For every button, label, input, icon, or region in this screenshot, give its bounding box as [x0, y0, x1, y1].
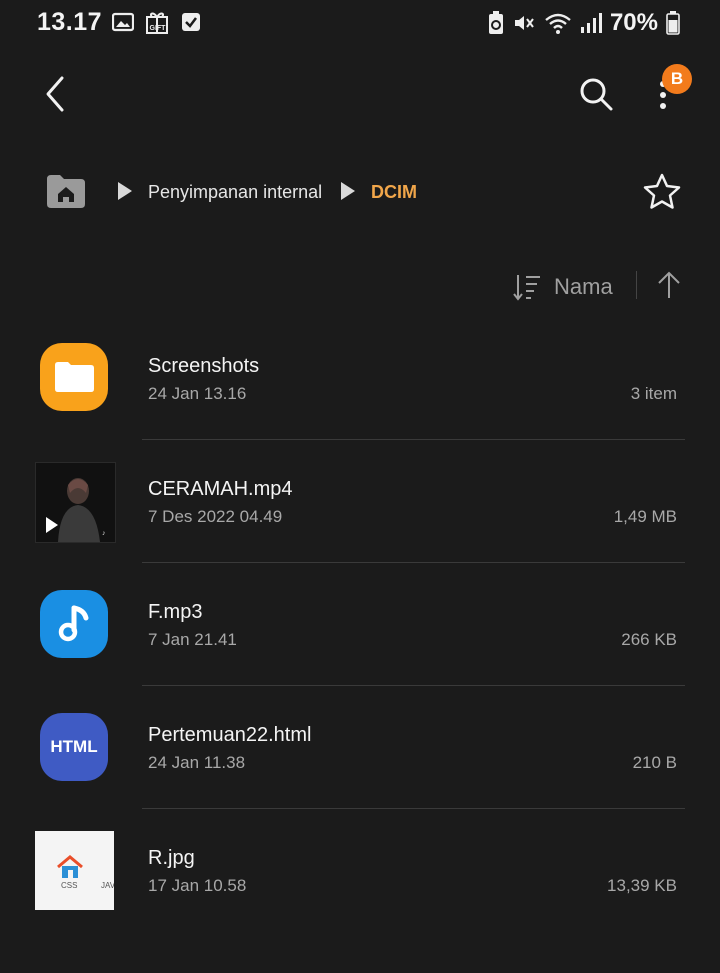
file-item-count: 3 item	[630, 384, 677, 403]
file-name: F.mp3	[148, 601, 203, 623]
svg-text:♪: ♪	[102, 530, 106, 537]
house-icon	[57, 855, 83, 878]
battery-percentage: 70%	[609, 9, 658, 36]
file-name: Pertemuan22.html	[148, 724, 312, 746]
breadcrumb-separator-icon	[118, 182, 132, 200]
signal-icon	[580, 13, 602, 33]
html-icon-label: HTML	[50, 737, 98, 756]
file-date: 24 Jan 11.38	[148, 753, 246, 772]
home-folder-icon	[47, 175, 85, 208]
favorite-button[interactable]	[642, 172, 682, 212]
file-name: Screenshots	[148, 355, 260, 377]
file-date: 7 Des 2022 04.49	[148, 507, 283, 526]
list-item[interactable]: ♪ CERAMAH.mp4 7 Des 2022 04.49 1,49 MB	[0, 462, 720, 585]
svg-text:GIFT: GIFT	[150, 25, 167, 32]
arrow-up-icon	[658, 271, 680, 298]
breadcrumb-separator-icon	[341, 182, 355, 200]
status-notification-icons: GIFT	[112, 9, 202, 35]
file-size: 266 KB	[621, 630, 677, 649]
back-button[interactable]	[40, 74, 72, 114]
file-size: 13,39 KB	[607, 876, 677, 895]
file-date: 7 Jan 21.41	[148, 630, 237, 649]
file-date: 17 Jan 10.58	[148, 876, 247, 895]
breadcrumb-internal-storage[interactable]: Penyimpanan internal	[148, 182, 322, 203]
sort-icon	[513, 275, 540, 301]
back-arrow-icon	[46, 76, 64, 112]
thumb-text-css: CSS	[61, 881, 78, 890]
sort-button[interactable]	[512, 273, 542, 301]
list-divider	[142, 439, 685, 440]
notification-badge: B	[662, 64, 692, 94]
status-system-icons: 70%	[488, 9, 680, 37]
sort-direction-button[interactable]	[656, 270, 682, 300]
list-divider	[142, 562, 685, 563]
list-item[interactable]: CSS JAV R.jpg 17 Jan 10.58 13,39 KB	[0, 831, 720, 954]
video-thumbnail: ♪	[35, 462, 116, 543]
battery-saver-icon	[488, 11, 503, 34]
thumb-text-jav: JAV	[101, 881, 114, 890]
file-name: CERAMAH.mp4	[148, 478, 293, 500]
file-size: 1,49 MB	[613, 507, 677, 526]
file-date: 24 Jan 13.16	[148, 384, 247, 403]
star-icon	[643, 173, 681, 209]
wifi-icon	[545, 13, 571, 34]
music-note-icon	[40, 590, 108, 658]
gift-icon: GIFT	[146, 12, 168, 34]
file-name: R.jpg	[148, 847, 195, 869]
image-thumbnail: CSS JAV	[35, 831, 114, 910]
checkbox-icon	[182, 13, 200, 31]
status-time: 13.17	[37, 8, 103, 36]
mute-icon	[514, 16, 534, 30]
html-file-icon: HTML	[40, 713, 108, 781]
file-size: 210 B	[632, 753, 677, 772]
search-icon	[580, 78, 613, 111]
search-button[interactable]	[578, 76, 614, 112]
list-item[interactable]: HTML Pertemuan22.html 24 Jan 11.38 210 B	[0, 713, 720, 836]
image-icon	[112, 12, 134, 32]
folder-icon	[40, 343, 108, 411]
sort-label[interactable]: Nama	[554, 274, 613, 300]
breadcrumb-current-dcim[interactable]: DCIM	[371, 182, 417, 203]
list-divider	[142, 685, 685, 686]
list-item[interactable]: F.mp3 7 Jan 21.41 266 KB	[0, 590, 720, 713]
home-breadcrumb-button[interactable]	[45, 173, 87, 209]
list-item[interactable]: Screenshots 24 Jan 13.16 3 item	[0, 343, 720, 466]
sort-divider	[636, 271, 637, 299]
list-divider	[142, 808, 685, 809]
battery-icon	[666, 11, 680, 35]
